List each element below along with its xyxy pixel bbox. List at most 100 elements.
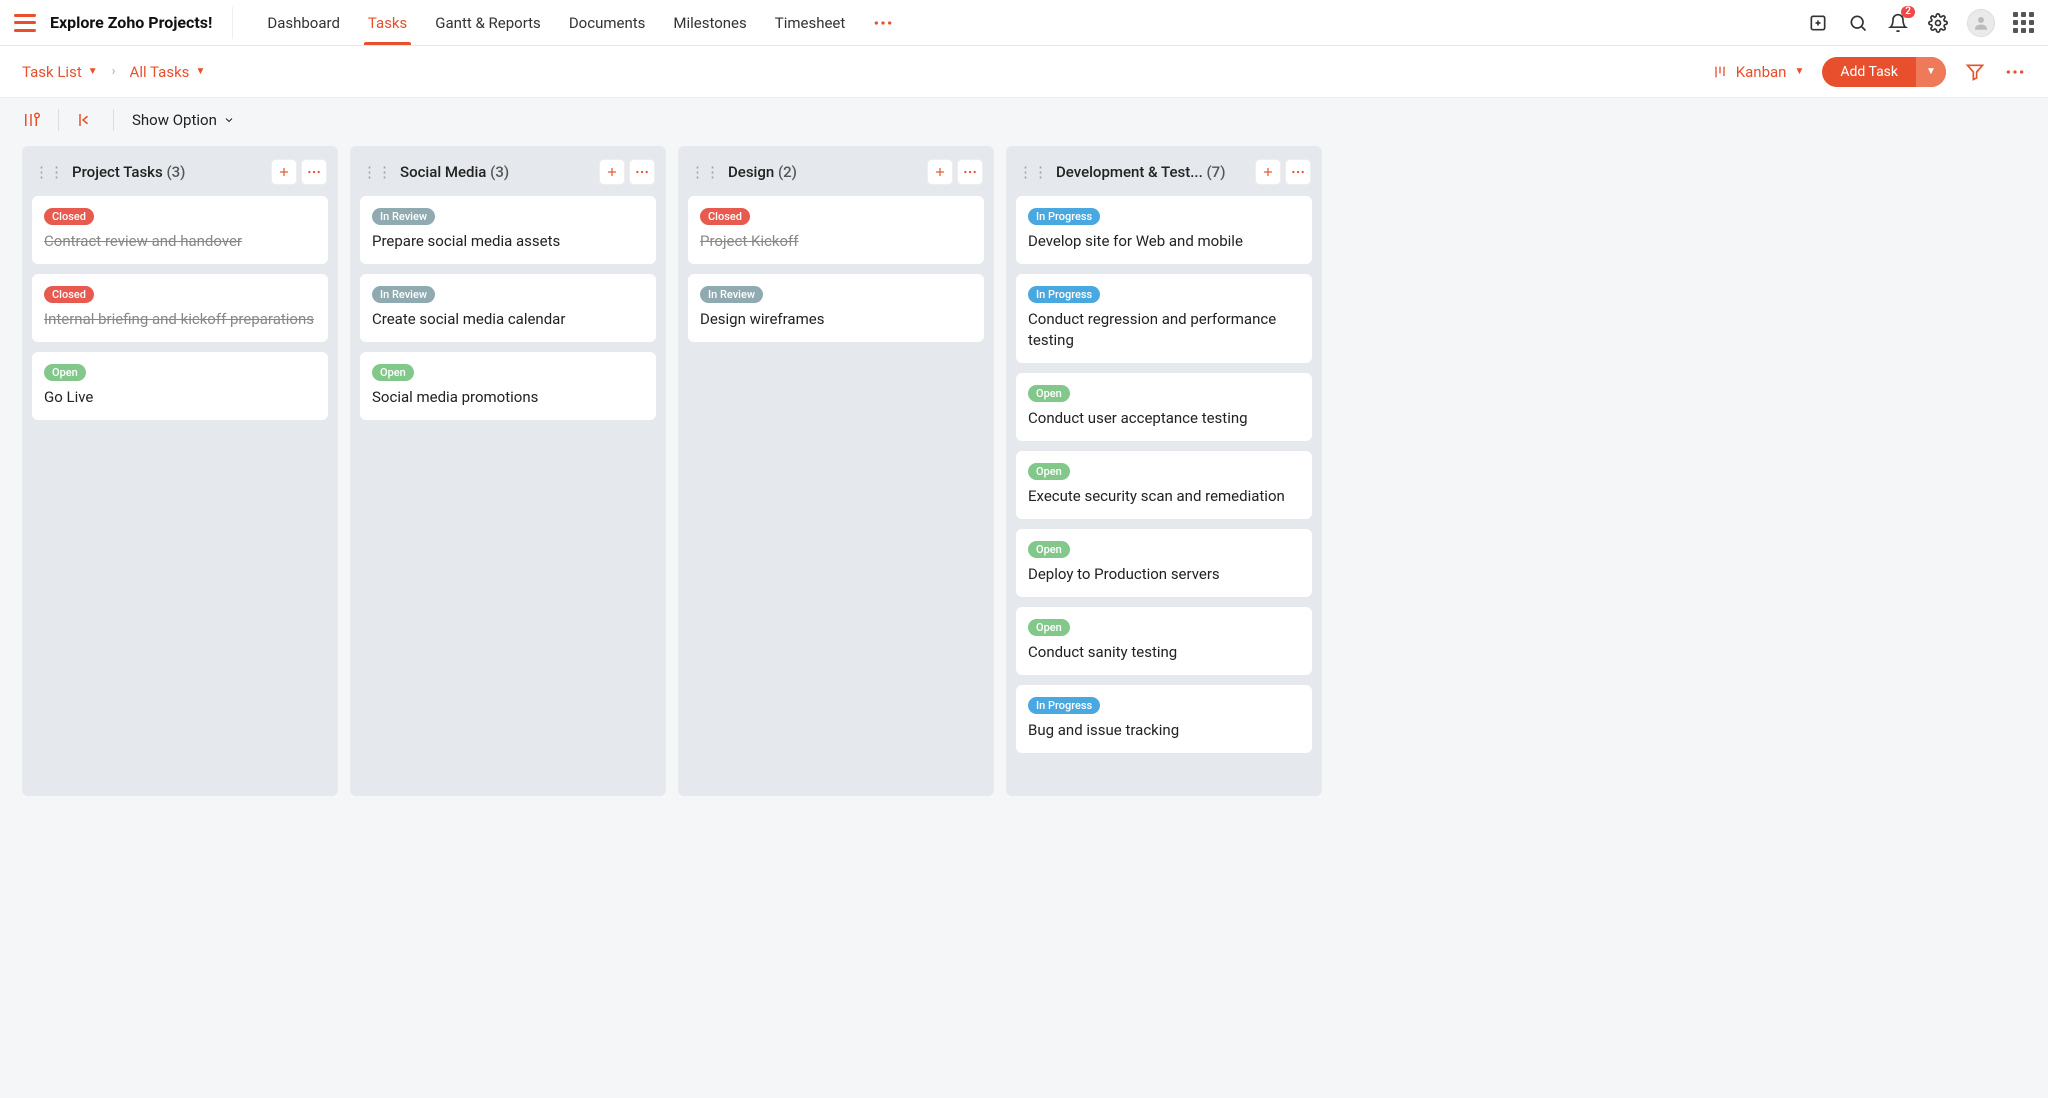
column-more-button[interactable] xyxy=(1286,160,1310,184)
add-task-button[interactable]: Add Task ▼ xyxy=(1822,57,1946,87)
task-title: Bug and issue tracking xyxy=(1028,720,1300,741)
task-card[interactable]: In ProgressConduct regression and perfor… xyxy=(1016,274,1312,363)
show-option-dropdown[interactable]: Show Option xyxy=(132,111,235,129)
drag-handle-icon[interactable]: ⋮⋮ xyxy=(362,163,392,181)
task-title: Create social media calendar xyxy=(372,309,644,330)
drag-handle-icon[interactable]: ⋮⋮ xyxy=(34,163,64,181)
tab-label: Dashboard xyxy=(267,14,340,32)
task-card[interactable]: OpenConduct user acceptance testing xyxy=(1016,373,1312,441)
top-navbar: Explore Zoho Projects! DashboardTasksGan… xyxy=(0,0,2048,46)
breadcrumb-tasklist-label: Task List xyxy=(22,63,82,81)
task-card[interactable]: Open Go Live xyxy=(32,352,328,420)
status-badge: Closed xyxy=(44,286,94,303)
board-toolbar: Show Option xyxy=(0,98,2048,142)
column-more-button[interactable] xyxy=(302,160,326,184)
drag-handle-icon[interactable]: ⋮⋮ xyxy=(690,163,720,181)
more-icon xyxy=(873,20,893,26)
topbar-right: 2 xyxy=(1807,9,2034,37)
collapse-all-icon[interactable] xyxy=(77,111,95,129)
kanban-column: ⋮⋮Development & Test... (7)In ProgressDe… xyxy=(1006,146,1322,796)
task-title: Design wireframes xyxy=(700,309,972,330)
task-card[interactable]: ClosedInternal briefing and kickoff prep… xyxy=(32,274,328,342)
nav-tabs: Dashboard Tasks Gantt & Reports Documents Mi… xyxy=(253,0,907,45)
tab-documents[interactable]: Documents xyxy=(555,0,660,45)
task-title: Prepare social media assets xyxy=(372,231,644,252)
view-selector[interactable]: Kanban ▼ xyxy=(1712,63,1805,81)
status-badge: Open xyxy=(1028,619,1070,636)
column-add-button[interactable] xyxy=(600,160,624,184)
tab-milestones[interactable]: Milestones xyxy=(659,0,760,45)
column-actions xyxy=(600,160,654,184)
column-actions xyxy=(1256,160,1310,184)
tab-timesheet[interactable]: Timesheet xyxy=(761,0,860,45)
tab-more[interactable] xyxy=(859,0,907,45)
apps-grid-icon[interactable] xyxy=(2013,12,2034,33)
task-title: Conduct sanity testing xyxy=(1028,642,1300,663)
task-card[interactable]: Open Execute security scan and remediatio… xyxy=(1016,451,1312,519)
task-card[interactable]: In Progress Develop site for Web and mobi… xyxy=(1016,196,1312,264)
task-title: Contract review and handover xyxy=(44,231,316,252)
task-title: Social media promotions xyxy=(372,387,644,408)
column-header: ⋮⋮ Project Tasks (3) xyxy=(32,156,328,196)
tab-gantt-reports[interactable]: Gantt & Reports xyxy=(421,0,555,45)
column-count: (3) xyxy=(166,163,185,181)
breadcrumb-alltasks[interactable]: All Tasks ▼ xyxy=(130,63,206,81)
drag-handle-icon[interactable]: ⋮⋮ xyxy=(1018,163,1048,181)
column-more-button[interactable] xyxy=(958,160,982,184)
tab-label: Documents xyxy=(569,14,646,32)
column-settings-icon[interactable] xyxy=(22,111,40,129)
tab-label: Timesheet xyxy=(775,14,846,32)
status-badge: In Review xyxy=(372,286,435,303)
task-title: Develop site for Web and mobile xyxy=(1028,231,1300,252)
status-badge: Open xyxy=(1028,541,1070,558)
breadcrumb-tasklist[interactable]: Task List ▼ xyxy=(22,63,98,81)
column-add-button[interactable] xyxy=(928,160,952,184)
task-card[interactable]: Open Social media promotions xyxy=(360,352,656,420)
kanban-column: ⋮⋮Design (2)ClosedProject KickoffIn Revi… xyxy=(678,146,994,796)
tab-tasks[interactable]: Tasks xyxy=(354,0,421,45)
task-card[interactable]: Open Conduct sanity testing xyxy=(1016,607,1312,675)
column-actions xyxy=(928,160,982,184)
filter-icon[interactable] xyxy=(1964,61,1986,83)
search-icon[interactable] xyxy=(1847,12,1869,34)
tab-dashboard[interactable]: Dashboard xyxy=(253,0,354,45)
status-badge: Open xyxy=(1028,463,1070,480)
tab-label: Tasks xyxy=(368,14,407,32)
status-badge: In Progress xyxy=(1028,208,1100,225)
column-title: Project Tasks (3) xyxy=(72,163,264,181)
user-avatar[interactable] xyxy=(1967,9,1995,37)
column-add-button[interactable] xyxy=(1256,160,1280,184)
task-card[interactable]: ClosedProject Kickoff xyxy=(688,196,984,264)
task-title: Project Kickoff xyxy=(700,231,972,252)
status-badge: Open xyxy=(372,364,414,381)
chevron-down-icon: ▼ xyxy=(195,66,205,77)
settings-icon[interactable] xyxy=(1927,12,1949,34)
add-task-dropdown[interactable]: ▼ xyxy=(1916,57,1946,87)
task-card[interactable]: In Review Create social media calendar xyxy=(360,274,656,342)
task-card[interactable]: OpenDeploy to Production servers xyxy=(1016,529,1312,597)
breadcrumb-separator: › xyxy=(112,64,116,79)
column-header: ⋮⋮Social Media (3) xyxy=(360,156,656,196)
task-card[interactable]: Closed Contract review and handover xyxy=(32,196,328,264)
task-title: Execute security scan and remediation xyxy=(1028,486,1300,507)
column-count: (3) xyxy=(490,163,509,181)
add-icon[interactable] xyxy=(1807,12,1829,34)
menu-icon[interactable] xyxy=(14,14,36,32)
view-label: Kanban xyxy=(1736,63,1787,81)
column-more-button[interactable] xyxy=(630,160,654,184)
task-card[interactable]: In Review Prepare social media assets xyxy=(360,196,656,264)
task-card[interactable]: In ProgressBug and issue tracking xyxy=(1016,685,1312,753)
task-title: Go Live xyxy=(44,387,316,408)
add-task-label: Add Task xyxy=(1822,57,1916,87)
notifications-icon[interactable]: 2 xyxy=(1887,12,1909,34)
status-badge: Open xyxy=(44,364,86,381)
status-badge: Closed xyxy=(44,208,94,225)
column-count: (7) xyxy=(1206,163,1225,181)
kanban-icon xyxy=(1712,64,1728,80)
status-badge: In Review xyxy=(700,286,763,303)
status-badge: In Review xyxy=(372,208,435,225)
column-count: (2) xyxy=(778,163,797,181)
column-add-button[interactable] xyxy=(272,160,296,184)
more-icon[interactable] xyxy=(2004,61,2026,83)
task-card[interactable]: In Review Design wireframes xyxy=(688,274,984,342)
